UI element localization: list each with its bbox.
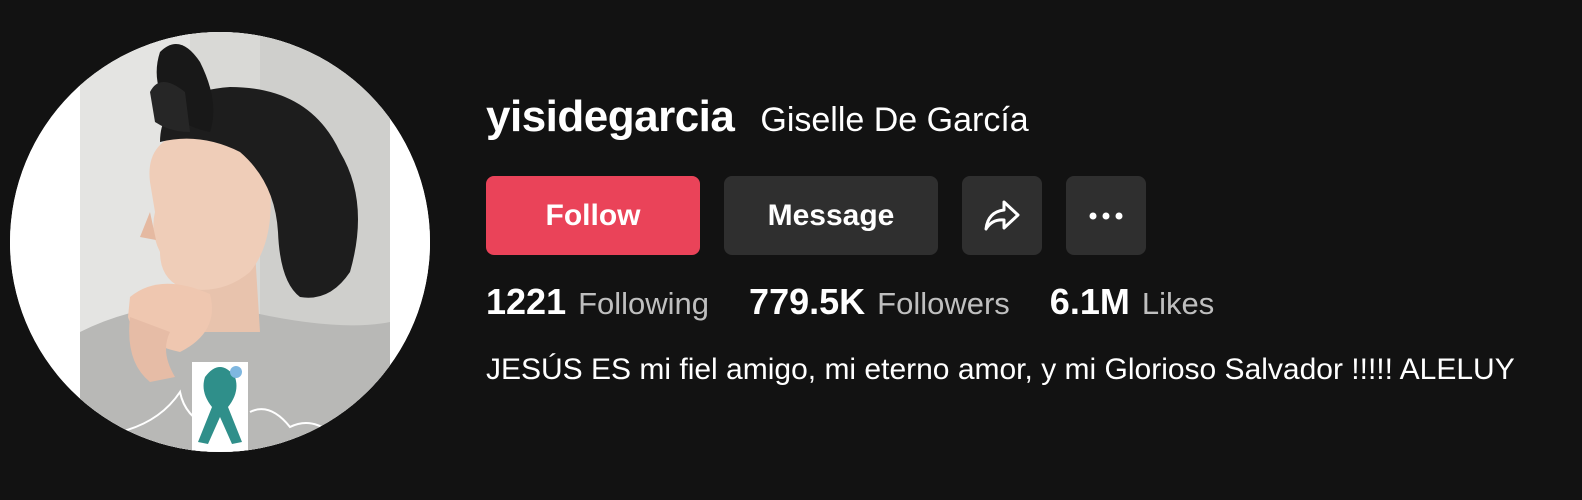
profile-actions: Follow Message — [486, 176, 1582, 255]
more-dots-icon — [1089, 212, 1123, 219]
following-count: 1221 — [486, 281, 567, 322]
following-label: Following — [578, 286, 710, 321]
likes-label: Likes — [1141, 286, 1215, 321]
followers-label: Followers — [877, 286, 1010, 321]
followers-count: 779.5K — [749, 281, 866, 322]
display-name: Giselle De García — [760, 101, 1029, 139]
followers-stat[interactable]: 779.5K Followers — [749, 281, 1010, 323]
username: yisidegarcia — [486, 92, 735, 141]
share-arrow-icon — [984, 200, 1020, 230]
likes-stat: 6.1M Likes — [1050, 281, 1214, 323]
profile-info: yisidegarcia Giselle De García Follow Me… — [486, 92, 1582, 387]
follow-button[interactable]: Follow — [486, 176, 700, 255]
more-button[interactable] — [1066, 176, 1146, 255]
following-stat[interactable]: 1221 Following — [486, 281, 709, 323]
message-button[interactable]: Message — [724, 176, 938, 255]
profile-stats: 1221 Following 779.5K Followers 6.1M Lik… — [486, 281, 1582, 323]
profile-bio: JESÚS ES mi fiel amigo, mi eterno amor, … — [486, 353, 1515, 386]
avatar-image — [10, 32, 430, 452]
avatar[interactable] — [10, 32, 430, 452]
likes-count: 6.1M — [1049, 281, 1130, 322]
profile-names: yisidegarcia Giselle De García — [486, 92, 1582, 152]
profile-header: yisidegarcia Giselle De García Follow Me… — [0, 0, 1582, 500]
share-button[interactable] — [962, 176, 1042, 255]
